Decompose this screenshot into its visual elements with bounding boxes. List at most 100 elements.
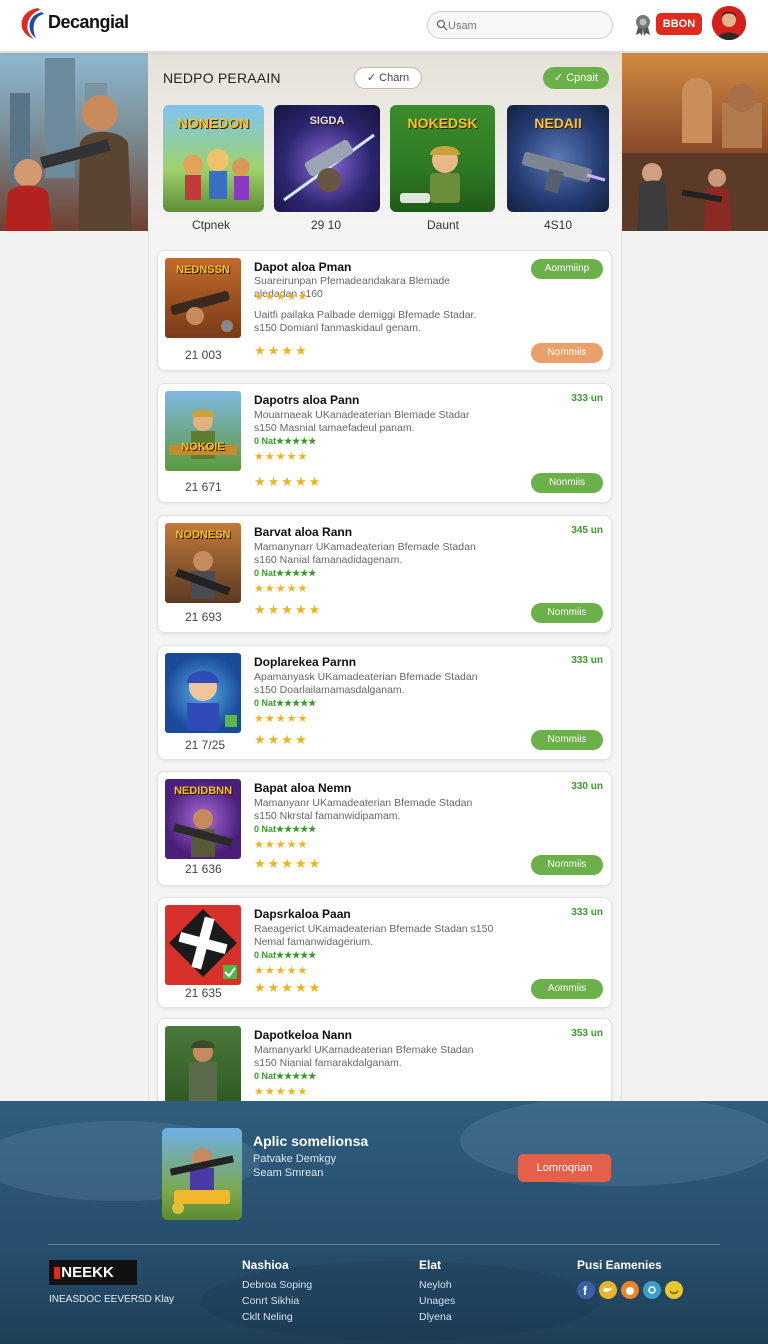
featured-game-4[interactable]: NEDAII — [507, 105, 609, 212]
install-button[interactable]: Nonmiis — [531, 473, 603, 493]
game-thumbnail[interactable]: NODNESN — [165, 523, 241, 603]
featured-caption: 4S10 — [543, 218, 573, 232]
featured-game-1[interactable]: NONEDON — [163, 105, 264, 212]
game-title[interactable]: Bapat aloa Nemn — [254, 781, 351, 795]
game-description: Mouarnaeak UKanadeaterian Blemade Stadar… — [254, 409, 470, 434]
featured-caption: Ctpnek — [191, 218, 231, 232]
section-title: NEDPO PERAAIN — [163, 70, 281, 86]
promo-game-thumbnail[interactable] — [162, 1128, 242, 1220]
filter-pill-outline[interactable]: ✓ Charn — [354, 67, 422, 89]
red-action-button[interactable]: BBON — [656, 13, 702, 35]
featured-game-3[interactable]: NOKEDSK — [390, 105, 495, 212]
rating-stars: ★★★★★ — [254, 980, 323, 995]
game-thumbnail[interactable] — [165, 905, 241, 985]
game-thumbnail[interactable]: NEDNSSN — [165, 258, 241, 338]
cartoon-characters-icon — [183, 149, 250, 200]
rating-tag: 0 Nat★★★★★ — [254, 698, 317, 708]
rating-tag: 0 Nat★★★★★ — [254, 568, 317, 578]
logo-text[interactable]: Decangial — [48, 12, 129, 33]
game-card[interactable]: NEDNSSN 21 003 Dapot aloa Pman Suareirun… — [157, 250, 612, 371]
game-thumbnail-title: NEDNSSN — [176, 264, 230, 276]
reddit-icon[interactable] — [621, 1281, 639, 1299]
install-button[interactable]: Aommiis — [531, 979, 603, 999]
file-size: 345 un — [571, 525, 603, 536]
install-button[interactable]: Nommiis — [531, 603, 603, 623]
boy-character-icon — [187, 671, 237, 731]
download-count: 21 003 — [185, 348, 222, 362]
footer-link[interactable]: Unages — [419, 1295, 455, 1307]
footer-column-heading: Pusi Eamenies — [577, 1258, 662, 1272]
rating-tag: 0 Nat★★★★★ — [254, 824, 317, 834]
featured-game-2[interactable]: SIGDA — [274, 105, 380, 212]
game-card[interactable]: 21 7/25 Doplarekea Parnn Apamanyask UKam… — [157, 645, 612, 760]
svg-text:f: f — [583, 1284, 588, 1298]
footer-tagline: INEASDOC EEVERSD Klay — [49, 1294, 175, 1305]
top-header: Decangial BBON — [0, 0, 768, 52]
game-card[interactable]: 21 635 Dapsrkaloa Paan Raeagerict UKamad… — [157, 897, 612, 1008]
rating-stars: ★★★★★ — [254, 856, 323, 871]
twitter-icon[interactable] — [599, 1281, 617, 1299]
city-battle-illustration-icon — [622, 78, 768, 231]
install-button[interactable]: Nommiis — [531, 730, 603, 750]
search-input[interactable] — [448, 17, 598, 35]
download-count: 21 7/25 — [185, 738, 226, 752]
rating-stars: ★★★★★ — [254, 451, 309, 463]
game-card[interactable]: NEDIDBNN 21 636 Bapat aloa Nemn Mamanyan… — [157, 771, 612, 886]
hero-art-right — [622, 53, 768, 231]
soldier-character-icon — [189, 1040, 217, 1102]
footer-link[interactable]: Neyloh — [419, 1279, 452, 1291]
game-thumbnail[interactable]: NOKOIE — [165, 391, 241, 471]
game-title[interactable]: Barvat aloa Rann — [254, 525, 352, 539]
clouds-background-icon — [0, 1101, 768, 1341]
game-thumbnail-title: NOKOIE — [181, 441, 225, 453]
footer-link[interactable]: Dlyena — [419, 1311, 452, 1323]
featured-caption: Daunt — [426, 218, 460, 232]
game-card[interactable]: Dapotkeloa Nann Mamanyarkl UKamadeateria… — [157, 1018, 612, 1108]
game-title[interactable]: Doplarekea Parnn — [254, 655, 356, 669]
avatar[interactable] — [712, 6, 746, 40]
promo-button[interactable]: Lomroqrian — [518, 1154, 611, 1182]
promo-subtitle: Patvake Demkgy — [253, 1153, 337, 1165]
rating-stars: ★★★★★ — [254, 291, 309, 303]
install-button[interactable]: Nommiis — [531, 855, 603, 875]
game-title[interactable]: Dapotkeloa Nann — [254, 1028, 352, 1042]
secondary-button[interactable]: Nommiis — [531, 343, 603, 363]
game-thumbnail[interactable] — [165, 1026, 241, 1106]
game-thumbnail[interactable] — [165, 653, 241, 733]
footer-link[interactable]: Conrt Sikhia — [242, 1295, 299, 1307]
facebook-icon[interactable]: f — [577, 1281, 595, 1299]
game-title[interactable]: Dapotrs aloa Pann — [254, 393, 359, 407]
footer-link[interactable]: Debroa Soping — [242, 1279, 312, 1291]
rating-tag: 0 Nat★★★★★ — [254, 1071, 317, 1081]
smiley-icon[interactable] — [665, 1281, 683, 1299]
game-thumbnail[interactable]: NEDIDBNN — [165, 779, 241, 859]
download-count: 21 635 — [185, 986, 222, 1000]
rating-stars: ★★★★★ — [254, 474, 323, 489]
footer-link[interactable]: Cklt Neling — [242, 1311, 293, 1323]
crossed-swords-icon — [169, 909, 237, 979]
footer-logo[interactable]: ▮NEEKK — [49, 1260, 137, 1285]
game-title[interactable]: Dapot aloa Pman — [254, 260, 351, 274]
install-button[interactable]: Aommiinp — [531, 259, 603, 279]
game-card[interactable]: NODNESN 21 693 Barvat aloa Rann Mamanyna… — [157, 515, 612, 633]
promo-title: Aplic somelionsa — [253, 1133, 369, 1149]
award-icon[interactable] — [633, 13, 653, 37]
search-box[interactable] — [427, 11, 613, 39]
filter-pill-green[interactable]: ✓ Cpnait — [543, 67, 609, 89]
game-description: Raeagerict UKamadeaterian Bfemade Stadan… — [254, 923, 494, 948]
download-count: 21 671 — [185, 480, 222, 494]
footer — [0, 1101, 768, 1344]
file-size: 333 un — [571, 393, 603, 404]
rating-tag: 0 Nat★★★★★ — [254, 950, 317, 960]
soldier-character-icon — [169, 409, 237, 459]
game-description: Uaitfi pailaka Palbade demiggi Bfemade S… — [254, 309, 477, 334]
soldiers-illustration-icon — [5, 58, 132, 231]
game-description: Mamanyarkl UKamadeaterian Bfemake Stadan… — [254, 1044, 474, 1069]
file-size: 330 un — [571, 781, 603, 792]
share-icon[interactable] — [643, 1281, 661, 1299]
game-title[interactable]: Dapsrkaloa Paan — [254, 907, 351, 921]
logo-icon[interactable] — [18, 6, 46, 40]
rating-stars: ★★★★ — [254, 343, 309, 358]
game-card[interactable]: NOKOIE 21 671 Dapotrs aloa Pann Mouarnae… — [157, 383, 612, 503]
promo-subtitle: Seam Smrean — [253, 1167, 324, 1179]
